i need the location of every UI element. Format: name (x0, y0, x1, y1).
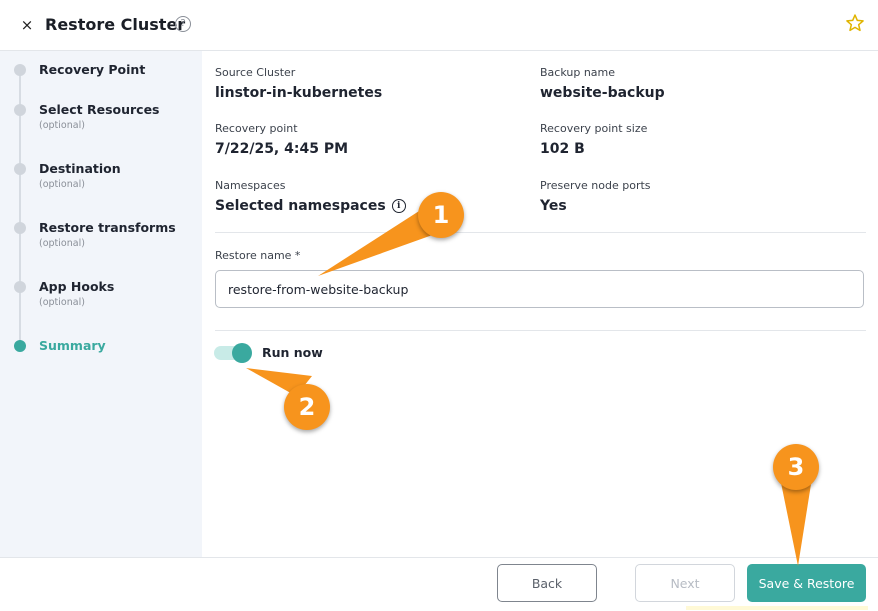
run-now-label: Run now (262, 345, 323, 360)
field-value: Yes (540, 198, 567, 214)
step-label: App Hooks (39, 279, 115, 294)
divider (215, 330, 866, 331)
help-icon[interactable]: ? (175, 16, 191, 32)
next-button[interactable]: Next (635, 564, 735, 602)
step-summary[interactable]: Summary (0, 338, 202, 384)
callout-badge-2: 2 (284, 384, 330, 430)
field-value: Selected namespaces (215, 198, 386, 214)
back-button[interactable]: Back (497, 564, 597, 602)
toggle-knob (232, 343, 252, 363)
step-dot (14, 222, 26, 234)
step-select-resources[interactable]: Select Resources (optional) (0, 102, 202, 148)
step-label: Destination (39, 161, 121, 176)
step-label: Select Resources (39, 102, 160, 117)
step-dot (14, 104, 26, 116)
step-dot (14, 163, 26, 175)
save-and-restore-button[interactable]: Save & Restore (747, 564, 866, 602)
step-label: Restore transforms (39, 220, 176, 235)
step-sub: (optional) (39, 120, 85, 131)
step-label: Recovery Point (39, 62, 146, 77)
field-value: website-backup (540, 85, 665, 101)
step-dot (14, 281, 26, 293)
callout-badge-1: 1 (418, 192, 464, 238)
source-cluster-field: Source Cluster linstor-in-kubernetes (215, 66, 382, 101)
recovery-point-field: Recovery point 7/22/25, 4:45 PM (215, 122, 348, 157)
field-value: 102 B (540, 141, 585, 157)
run-now-toggle[interactable] (214, 343, 252, 363)
step-sub: (optional) (39, 179, 85, 190)
restore-cluster-dialog: × Restore Cluster ? Recovery Point Selec… (0, 0, 878, 611)
recovery-point-size-field: Recovery point size 102 B (540, 122, 647, 157)
dialog-header: × Restore Cluster ? (0, 0, 878, 51)
step-sub: (optional) (39, 297, 85, 308)
field-value-row: Selected namespaces i (215, 198, 406, 214)
star-icon[interactable] (845, 13, 865, 33)
step-label: Summary (39, 338, 106, 353)
highlight-strip (686, 606, 868, 610)
field-label: Backup name (540, 66, 616, 79)
step-app-hooks[interactable]: App Hooks (optional) (0, 279, 202, 325)
field-label: Preserve node ports (540, 179, 651, 192)
info-icon[interactable]: i (391, 199, 406, 213)
preserve-node-ports-field: Preserve node ports Yes (540, 179, 651, 214)
field-value: linstor-in-kubernetes (215, 85, 383, 101)
step-dot (14, 64, 26, 76)
step-destination[interactable]: Destination (optional) (0, 161, 202, 207)
dialog-title: Restore Cluster (45, 15, 186, 34)
close-icon[interactable]: × (20, 15, 34, 35)
restore-name-input[interactable] (215, 270, 864, 308)
callout-badge-3: 3 (773, 444, 819, 490)
divider (215, 232, 866, 233)
step-sub: (optional) (39, 238, 85, 249)
step-dot (14, 340, 26, 352)
field-label: Namespaces (215, 179, 286, 192)
field-label: Recovery point (215, 122, 298, 135)
step-restore-transforms[interactable]: Restore transforms (optional) (0, 220, 202, 266)
field-label: Recovery point size (540, 122, 648, 135)
backup-name-field: Backup name website-backup (540, 66, 665, 101)
namespaces-field: Namespaces Selected namespaces i (215, 179, 406, 214)
restore-name-label: Restore name * (215, 249, 301, 262)
field-value: 7/22/25, 4:45 PM (215, 141, 349, 157)
field-label: Source Cluster (215, 66, 296, 79)
